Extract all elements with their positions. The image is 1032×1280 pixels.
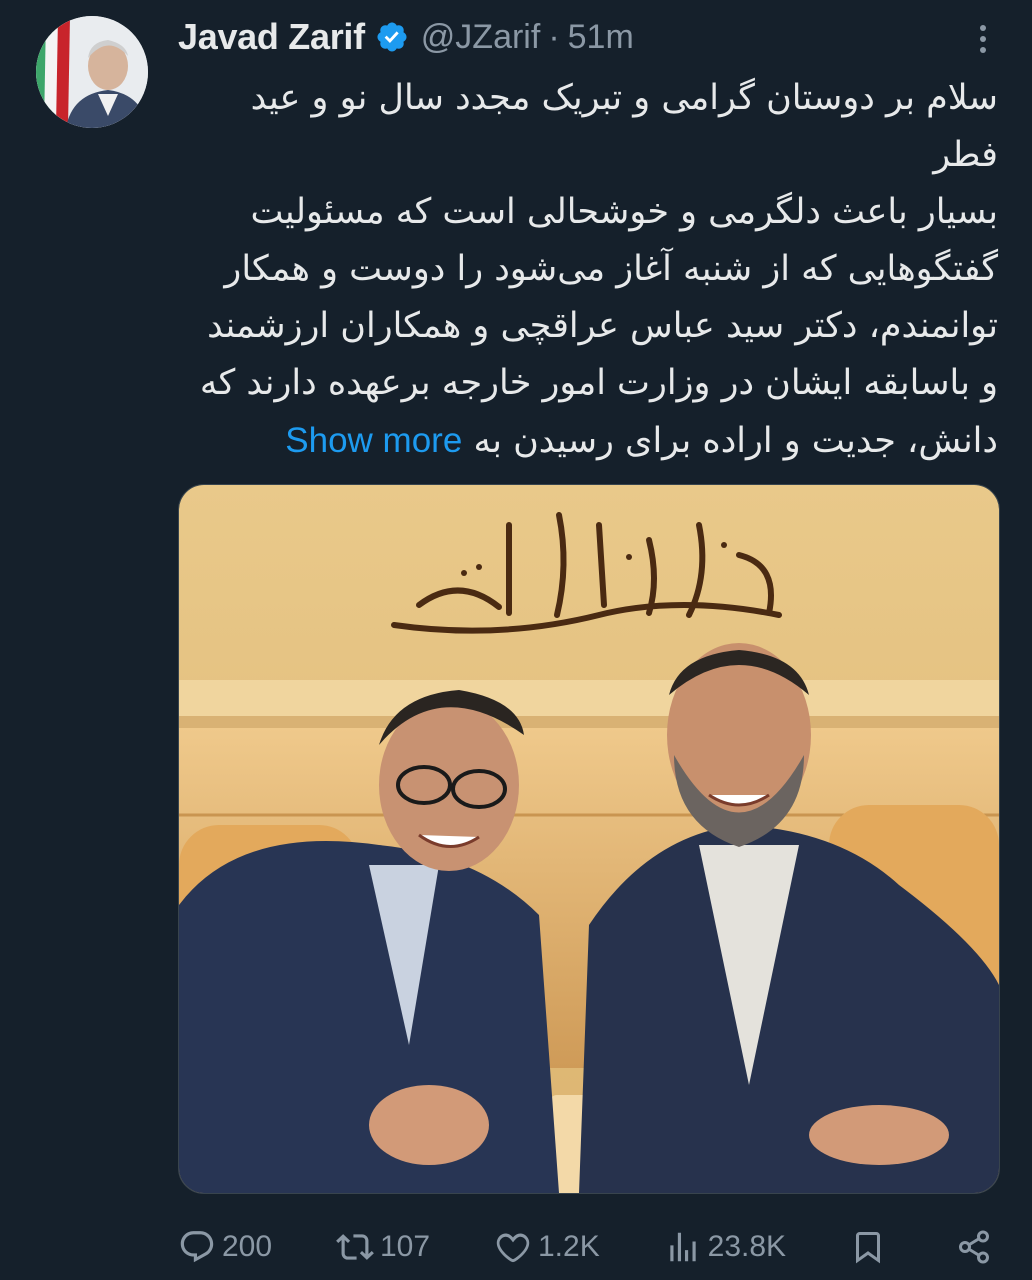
tweet-last-line: دانش، جدیت و اراده برای رسیدن به Show mo…: [178, 412, 998, 470]
like-icon: [496, 1233, 530, 1263]
reply-count: 200: [222, 1230, 273, 1263]
tweet-line: گفتگوهایی که از شنبه آغاز می‌شود را دوست…: [224, 249, 998, 289]
share-icon: [958, 1230, 989, 1264]
bookmark-icon: [856, 1232, 880, 1264]
separator-dot: ·: [548, 17, 560, 56]
reply-button[interactable]: 200: [178, 1228, 272, 1266]
share-button[interactable]: [956, 1229, 998, 1265]
tweet-photo[interactable]: [178, 484, 1000, 1194]
retweet-icon: [336, 1234, 374, 1260]
author-name[interactable]: Javad Zarif: [178, 16, 365, 58]
retweet-count: 107: [380, 1230, 431, 1263]
retweet-button[interactable]: 107: [336, 1228, 430, 1266]
bookmark-button[interactable]: [850, 1229, 892, 1265]
tweet-line: بسیار باعث دلگرمی و خوشحالی است که مسئول…: [250, 192, 998, 232]
tweet-timestamp[interactable]: 51m: [568, 18, 634, 57]
views-button[interactable]: 23.8K: [664, 1228, 786, 1266]
tweet-line: فطر: [933, 135, 998, 175]
show-more-link[interactable]: Show more: [285, 421, 462, 460]
author-handle[interactable]: @JZarif: [421, 18, 541, 57]
tweet-line: و باسابقه ایشان در وزارت امور خارجه برعه…: [199, 363, 998, 403]
tweet-header: Javad Zarif @JZarif · 51m: [178, 14, 1002, 60]
reply-icon: [180, 1231, 214, 1263]
tweet-actions: 200 107 1.2K 23.8K: [178, 1222, 998, 1272]
like-button[interactable]: 1.2K: [494, 1228, 600, 1266]
tweet-line: سلام بر دوستان گرامی و تبریک مجدد سال نو…: [250, 78, 998, 118]
tweet-line: دانش، جدیت و اراده برای رسیدن به: [473, 421, 998, 461]
avatar-image: [36, 16, 148, 128]
more-options-icon[interactable]: [974, 22, 992, 56]
tweet-body: سلام بر دوستان گرامی و تبریک مجدد سال نو…: [178, 70, 998, 470]
views-icon: [669, 1232, 696, 1262]
photo-image: [179, 485, 999, 1193]
views-count: 23.8K: [707, 1230, 787, 1263]
tweet-line: توانمندم، دکتر سید عباس عراقچی و همکاران…: [207, 306, 998, 346]
verified-badge-icon: [377, 22, 407, 52]
author-avatar[interactable]: [36, 16, 148, 128]
like-count: 1.2K: [538, 1230, 600, 1263]
